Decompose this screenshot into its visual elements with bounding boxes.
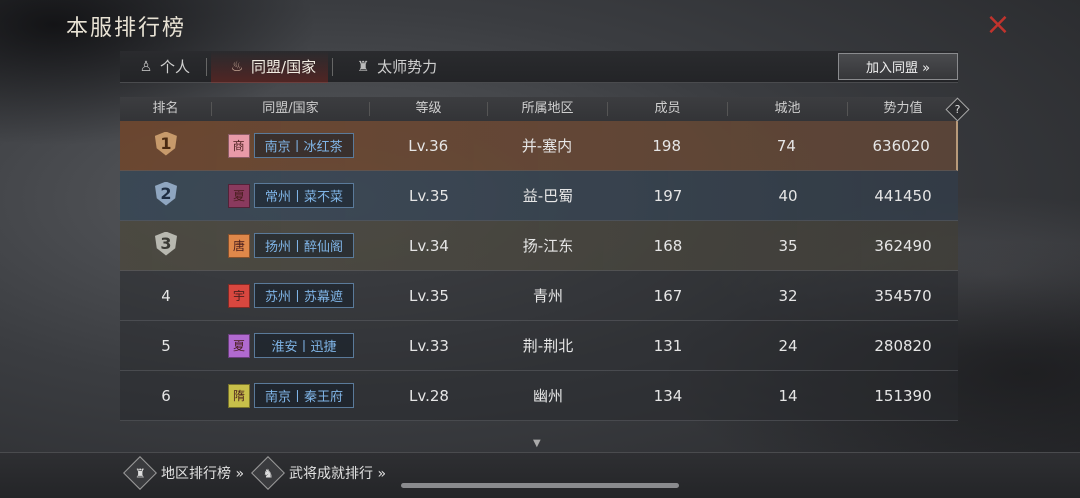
column-header: 城池 <box>728 102 848 116</box>
rank-cell: 1 <box>120 131 212 160</box>
level-cell: Lv.35 <box>409 186 449 205</box>
help-icon-label: ? <box>954 103 961 116</box>
cities-cell: 74 <box>776 136 796 155</box>
power-cell: 151390 <box>874 386 932 405</box>
join-alliance-button[interactable]: 加入同盟 » <box>838 53 958 80</box>
level-cell: Lv.35 <box>409 286 449 305</box>
rank-badge-icon: 2 <box>151 181 181 206</box>
column-header: 所属地区 <box>488 102 608 116</box>
tab-label: 太师势力 <box>377 58 438 76</box>
alliance-emblem-icon: 夏 <box>228 183 250 208</box>
level-cell: Lv.33 <box>409 336 449 355</box>
members-cell: 168 <box>653 236 683 255</box>
power-cell: 441450 <box>874 186 932 205</box>
region-cell: 并-塞内 <box>521 137 573 155</box>
column-header: 等级 <box>370 102 488 116</box>
general-achievement-label: 武将成就排行 » <box>289 466 387 482</box>
table-row[interactable]: 3 唐扬州丨醉仙阁 Lv.34 扬-江东 168 35 362490 <box>120 221 958 271</box>
members-cell: 131 <box>653 336 683 355</box>
rank-cell: 6 <box>161 386 171 405</box>
alliance-name-link[interactable]: 苏州丨苏幕遮 <box>254 283 354 308</box>
column-header: 排名 <box>120 102 212 116</box>
power-cell: 280820 <box>874 336 932 355</box>
region-ranking-label: 地区排行榜 » <box>161 466 245 482</box>
members-cell: 197 <box>653 186 683 205</box>
alliance-cell: 唐扬州丨醉仙阁 <box>212 233 370 258</box>
column-header: 势力值 <box>883 101 923 116</box>
cities-cell: 14 <box>778 386 798 405</box>
alliance-name-link[interactable]: 扬州丨醉仙阁 <box>254 233 354 258</box>
rank-cell: 5 <box>161 336 171 355</box>
person-icon: ♙ <box>139 58 153 75</box>
alliance-cell: 夏淮安丨迅捷 <box>212 333 370 358</box>
tower-icon: ♜ <box>123 456 157 490</box>
column-header: 成员 <box>608 102 728 116</box>
tab-alliance[interactable]: ♨ 同盟/国家 <box>211 50 329 83</box>
tab-personal[interactable]: ♙ 个人 <box>120 51 202 83</box>
alliance-emblem-icon: 商 <box>227 133 250 158</box>
scroll-down-icon: ▼ <box>533 438 541 449</box>
table-row[interactable]: 5 夏淮安丨迅捷 Lv.33 荆-荆北 131 24 280820 <box>120 321 958 371</box>
tab-taishi[interactable]: ♜ 太师势力 <box>337 51 449 83</box>
tab-divider <box>206 57 208 76</box>
alliance-name-link[interactable]: 南京丨冰红茶 <box>253 133 354 158</box>
members-cell: 167 <box>653 286 683 305</box>
page-title: 本服排行榜 <box>66 16 187 41</box>
rank-cell: 2 <box>120 181 212 210</box>
tab-bar: ♙ 个人 ♨ 同盟/国家 ♜ 太师势力 <box>120 50 958 83</box>
members-cell: 198 <box>652 136 682 155</box>
region-cell: 荆-荆北 <box>522 337 574 355</box>
cities-cell: 35 <box>778 236 798 255</box>
power-cell: 362490 <box>874 236 932 255</box>
table-row[interactable]: 6 隋南京丨秦王府 Lv.28 幽州 134 14 151390 <box>120 371 958 421</box>
region-cell: 青州 <box>532 287 563 305</box>
region-ranking-button[interactable]: ♜ 地区排行榜 » <box>123 456 245 490</box>
table-body: 1 商南京丨冰红茶 Lv.36 并-塞内 198 74 636020 2 夏常州丨菜不菜 Lv.3… <box>120 121 958 421</box>
banner-icon: ♜ <box>356 58 370 75</box>
members-cell: 134 <box>653 386 683 405</box>
alliance-cell: 商南京丨冰红茶 <box>212 133 370 158</box>
alliance-name-link[interactable]: 常州丨菜不菜 <box>254 183 354 208</box>
home-indicator <box>401 483 679 488</box>
alliance-cell: 宇苏州丨苏幕遮 <box>212 283 370 308</box>
tab-label: 个人 <box>160 58 191 76</box>
table-row[interactable]: 4 宇苏州丨苏幕遮 Lv.35 青州 167 32 354570 <box>120 271 958 321</box>
table-row[interactable]: 1 商南京丨冰红茶 Lv.36 并-塞内 198 74 636020 <box>120 121 958 171</box>
level-cell: Lv.34 <box>409 236 449 255</box>
region-cell: 幽州 <box>532 387 563 405</box>
alliance-emblem-icon: 隋 <box>228 383 250 408</box>
ranking-table: 排名 同盟/国家 等级 所属地区 成员 城池 势力值 1 商南京丨冰红茶 Lv.36… <box>120 97 958 442</box>
alliance-name-link[interactable]: 南京丨秦王府 <box>254 383 354 408</box>
cities-cell: 24 <box>778 336 798 355</box>
general-achievement-button[interactable]: ♞ 武将成就排行 » <box>251 456 387 490</box>
level-cell: Lv.36 <box>408 136 449 155</box>
rank-cell: 3 <box>120 231 212 260</box>
power-cell: 354570 <box>874 286 932 305</box>
power-cell: 636020 <box>872 136 930 155</box>
region-cell: 扬-江东 <box>522 237 574 255</box>
horse-icon: ♞ <box>251 456 285 490</box>
table-header: 排名 同盟/国家 等级 所属地区 成员 城池 势力值 <box>120 97 958 121</box>
table-row[interactable]: 2 夏常州丨菜不菜 Lv.35 益-巴蜀 197 40 441450 <box>120 171 958 221</box>
tab-label: 同盟/国家 <box>251 58 317 76</box>
rank-cell: 4 <box>161 286 171 305</box>
rank-badge-icon: 3 <box>151 231 181 256</box>
alliance-icon: ♨ <box>230 58 244 75</box>
region-cell: 益-巴蜀 <box>522 187 574 205</box>
alliance-emblem-icon: 唐 <box>228 233 250 258</box>
rank-badge-icon: 1 <box>151 131 181 156</box>
alliance-emblem-icon: 夏 <box>228 333 250 358</box>
cities-cell: 32 <box>778 286 798 305</box>
level-cell: Lv.28 <box>409 386 449 405</box>
alliance-name-link[interactable]: 淮安丨迅捷 <box>254 333 354 358</box>
alliance-emblem-icon: 宇 <box>228 283 250 308</box>
cities-cell: 40 <box>778 186 798 205</box>
tab-divider <box>332 57 334 76</box>
alliance-cell: 隋南京丨秦王府 <box>212 383 370 408</box>
column-header: 同盟/国家 <box>212 102 370 116</box>
close-icon[interactable]: × <box>983 10 1013 40</box>
alliance-cell: 夏常州丨菜不菜 <box>212 183 370 208</box>
